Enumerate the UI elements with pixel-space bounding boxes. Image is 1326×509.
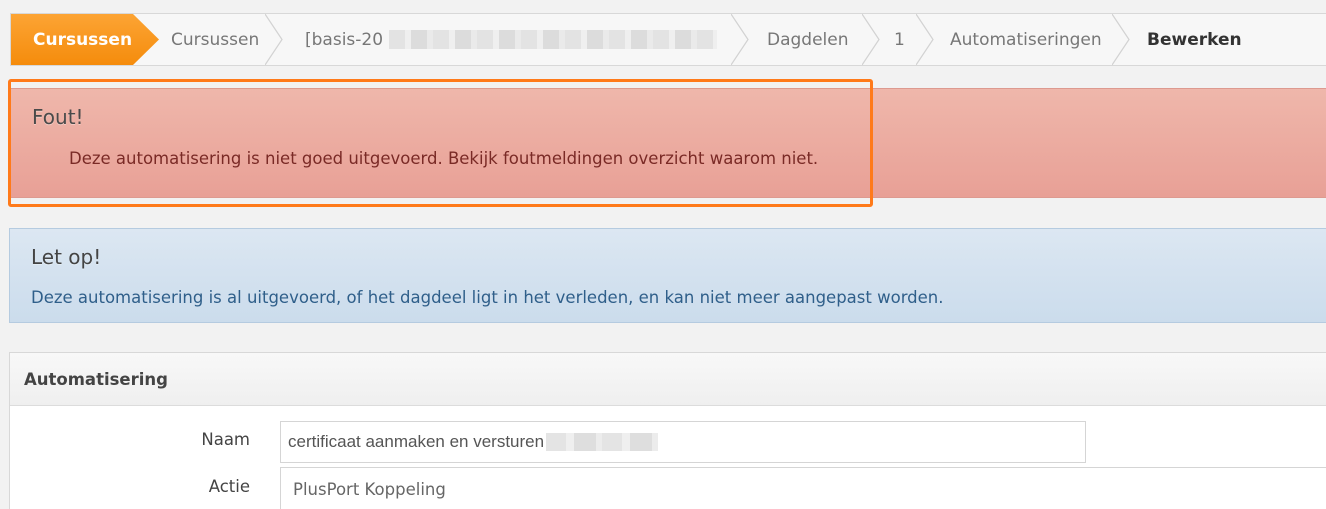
error-alert-message: Deze automatisering is niet goed uitgevo…: [69, 149, 819, 168]
breadcrumb-item-dagdeel-1[interactable]: 1: [894, 14, 905, 65]
info-alert-message: Deze automatisering is al uitgevoerd, of…: [31, 288, 944, 307]
panel-title: Automatisering: [24, 370, 168, 389]
naam-field-value: certificaat aanmaken en versturen: [288, 432, 545, 451]
chevron-right-icon: [731, 14, 749, 65]
redacted-text: [389, 30, 717, 49]
naam-field[interactable]: certificaat aanmaken en versturen: [280, 421, 1086, 463]
chevron-right-icon: [1112, 14, 1130, 65]
breadcrumb-item-automatiseringen[interactable]: Automatiseringen: [950, 14, 1102, 65]
chevron-right-icon: [862, 14, 880, 65]
info-alert-title: Let op!: [31, 245, 102, 269]
actie-label: Actie: [208, 477, 250, 496]
breadcrumb-item-cursussen-root[interactable]: Cursussen: [11, 14, 133, 65]
breadcrumb-item-dagdelen[interactable]: Dagdelen: [767, 14, 849, 65]
actie-field-value: PlusPort Koppeling: [293, 480, 446, 499]
actie-field[interactable]: PlusPort Koppeling: [280, 467, 1326, 509]
error-alert-title: Fout!: [32, 105, 84, 129]
info-alert: Let op! Deze automatisering is al uitgev…: [9, 228, 1326, 323]
chevron-right-icon: [916, 14, 934, 65]
error-alert: Fout! Deze automatisering is niet goed u…: [10, 88, 1326, 198]
breadcrumb-item-cursussen[interactable]: Cursussen: [171, 14, 259, 65]
breadcrumb-item-course[interactable]: [basis-20: [305, 14, 383, 65]
breadcrumb-item-bewerken: Bewerken: [1147, 29, 1242, 50]
chevron-right-icon: [265, 14, 283, 65]
breadcrumb: Cursussen Cursussen [basis-20 Dagdelen 1…: [10, 13, 1326, 66]
panel-header: Automatisering: [10, 353, 1326, 406]
breadcrumb-separator-active: [133, 14, 159, 65]
automatisering-panel: Automatisering Naam certificaat aanmaken…: [9, 352, 1326, 509]
redacted-text: [546, 433, 659, 451]
naam-label: Naam: [201, 430, 250, 449]
